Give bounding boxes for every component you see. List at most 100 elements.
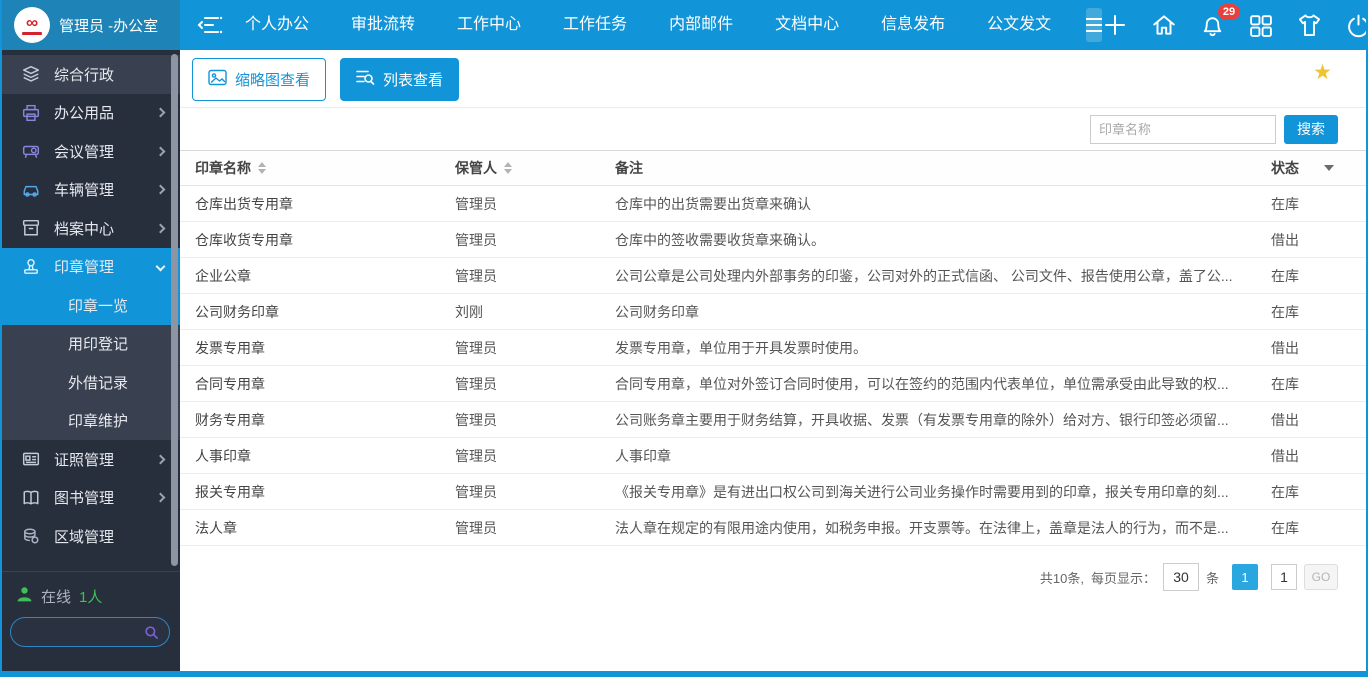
column-header-seal-name[interactable]: 印章名称 <box>180 158 440 178</box>
table-row[interactable]: 仓库收货专用章 管理员 仓库中的签收需要收货章来确认。 借出 <box>180 222 1366 258</box>
sidebar-item-meeting-mgmt[interactable]: 会议管理 <box>2 132 180 171</box>
top-nav: 个人办公 审批流转 工作中心 工作任务 内部邮件 文档中心 信息发布 公文发文 <box>224 0 1072 50</box>
table-body: 仓库出货专用章 管理员 仓库中的出货需要出货章来确认 在库 仓库收货专用章 管理… <box>180 186 1366 546</box>
table-row[interactable]: 发票专用章 管理员 发票专用章，单位用于开具发票时使用。 借出 <box>180 330 1366 366</box>
table-row[interactable]: 仓库出货专用章 管理员 仓库中的出货需要出货章来确认 在库 <box>180 186 1366 222</box>
column-header-keeper[interactable]: 保管人 <box>440 158 600 178</box>
search-button[interactable]: 搜索 <box>1284 115 1338 144</box>
projector-icon <box>22 142 40 160</box>
table-search-row: 搜索 <box>180 108 1366 150</box>
column-header-remark: 备注 <box>600 158 1256 178</box>
sort-icon <box>258 162 266 174</box>
logo-icon: ∞ <box>14 7 50 43</box>
nav-document-center[interactable]: 文档中心 <box>754 0 860 50</box>
favorite-star-icon[interactable]: ★ <box>1313 60 1332 84</box>
status-value: 借出 <box>1256 230 1366 250</box>
nav-info-publish[interactable]: 信息发布 <box>860 0 966 50</box>
submenu-item-seal-register[interactable]: 用印登记 <box>2 325 180 364</box>
table-row[interactable]: 报关专用章 管理员 《报关专用章》是有进出口权公司到海关进行公司业务操作时需要用… <box>180 474 1366 510</box>
chevron-down-icon <box>156 262 166 272</box>
go-button[interactable]: GO <box>1304 564 1338 590</box>
sidebar-item-region-mgmt[interactable]: 区域管理 <box>2 517 180 556</box>
sidebar-item-office-supplies[interactable]: 办公用品 <box>2 94 180 133</box>
sidebar-item-book-mgmt[interactable]: 图书管理 <box>2 479 180 518</box>
total-count-label: 共10条, <box>1040 568 1084 587</box>
status-value: 借出 <box>1256 446 1366 466</box>
status-value: 在库 <box>1256 266 1366 286</box>
chevron-right-icon <box>156 185 166 195</box>
page-size-input[interactable] <box>1163 563 1199 591</box>
sidebar-item-archive-center[interactable]: 档案中心 <box>2 209 180 248</box>
sidebar-item-general-admin[interactable]: 综合行政 <box>2 55 180 94</box>
sidebar-search-input[interactable] <box>11 625 144 640</box>
online-label: 在线 <box>41 586 71 607</box>
notification-badge: 29 <box>1218 4 1240 20</box>
sidebar: 综合行政 办公用品 会议管理 车辆管理 <box>2 50 180 671</box>
chevron-right-icon <box>156 108 166 118</box>
submenu-item-seal-maintain[interactable]: 印章维护 <box>2 402 180 441</box>
table-row[interactable]: 合同专用章 管理员 合同专用章，单位对外签订合同时使用，可以在签约的范围内代表单… <box>180 366 1366 402</box>
seal-name-search-input[interactable] <box>1090 115 1276 144</box>
theme-shirt-icon[interactable] <box>1296 13 1323 38</box>
region-icon <box>22 527 40 545</box>
sidebar-item-seal-mgmt[interactable]: 印章管理 <box>2 248 180 287</box>
stamp-icon <box>22 258 40 276</box>
notifications-bell-icon[interactable]: 29 <box>1200 13 1225 38</box>
main-content: 缩略图查看 列表查看 ★ 搜索 印章名称 保管人 <box>180 50 1366 671</box>
home-icon[interactable] <box>1151 12 1177 38</box>
status-value: 借出 <box>1256 338 1366 358</box>
goto-page-input[interactable] <box>1271 564 1297 590</box>
app-window: ∞ 管理员 -办公室 个人办公 审批流转 工作中心 工作任务 内部邮件 文档中心… <box>0 0 1368 677</box>
submenu-item-lend-records[interactable]: 外借记录 <box>2 363 180 402</box>
search-icon[interactable] <box>144 625 159 640</box>
layers-icon <box>22 65 40 83</box>
sidebar-item-certificate-mgmt[interactable]: 证照管理 <box>2 440 180 479</box>
nav-work-tasks[interactable]: 工作任务 <box>542 0 648 50</box>
sidebar-item-vehicle-mgmt[interactable]: 车辆管理 <box>2 171 180 210</box>
status-value: 在库 <box>1256 194 1366 214</box>
logout-power-icon[interactable] <box>1346 13 1368 38</box>
apps-grid-icon[interactable] <box>1248 13 1273 38</box>
sort-icon <box>504 162 512 174</box>
table-row[interactable]: 公司财务印章 刘刚 公司财务印章 在库 <box>180 294 1366 330</box>
list-search-icon <box>356 69 375 90</box>
list-view-button[interactable]: 列表查看 <box>340 58 459 101</box>
add-icon[interactable] <box>1102 12 1128 38</box>
more-menu-icon[interactable] <box>1086 8 1102 42</box>
brand-area: ∞ 管理员 -办公室 <box>2 0 180 50</box>
sidebar-scrollbar[interactable] <box>171 54 178 566</box>
chevron-right-icon <box>156 454 166 464</box>
table-row[interactable]: 企业公章 管理员 公司公章是公司处理内外部事务的印鉴，公司对外的正式信函、 公司… <box>180 258 1366 294</box>
current-user-label: 管理员 -办公室 <box>59 15 158 36</box>
table-row[interactable]: 财务专用章 管理员 公司账务章主要用于财务结算，开具收据、发票（有发票专用章的除… <box>180 402 1366 438</box>
collapse-menu-icon[interactable] <box>196 13 224 37</box>
unit-label: 条 <box>1206 568 1219 587</box>
table-row[interactable]: 法人章 管理员 法人章在规定的有限用途内使用，如税务申报。开支票等。在法律上，盖… <box>180 510 1366 546</box>
chevron-right-icon <box>156 493 166 503</box>
filter-caret-icon <box>1324 165 1334 171</box>
nav-work-center[interactable]: 工作中心 <box>436 0 542 50</box>
picture-icon <box>208 69 227 90</box>
chevron-right-icon <box>156 223 166 233</box>
chevron-right-icon <box>156 146 166 156</box>
status-value: 在库 <box>1256 302 1366 322</box>
pagination: 共10条, 每页显示： 条 1 GO <box>180 546 1366 591</box>
column-header-status[interactable]: 状态 <box>1256 158 1366 178</box>
certificate-icon <box>22 450 40 468</box>
nav-personal-office[interactable]: 个人办公 <box>224 0 330 50</box>
table-row[interactable]: 人事印章 管理员 人事印章 借出 <box>180 438 1366 474</box>
nav-official-dispatch[interactable]: 公文发文 <box>966 0 1072 50</box>
car-icon <box>22 181 40 199</box>
status-value: 借出 <box>1256 410 1366 430</box>
status-value: 在库 <box>1256 482 1366 502</box>
nav-approval-flow[interactable]: 审批流转 <box>330 0 436 50</box>
archive-icon <box>22 219 40 237</box>
online-user-icon <box>16 586 33 607</box>
page-1-button[interactable]: 1 <box>1232 564 1258 590</box>
printer-icon <box>22 104 40 122</box>
submenu-item-seal-list[interactable]: 印章一览 <box>2 286 180 325</box>
per-page-label: 每页显示： <box>1091 568 1156 587</box>
status-value: 在库 <box>1256 518 1366 538</box>
nav-internal-mail[interactable]: 内部邮件 <box>648 0 754 50</box>
thumbnail-view-button[interactable]: 缩略图查看 <box>192 58 326 101</box>
